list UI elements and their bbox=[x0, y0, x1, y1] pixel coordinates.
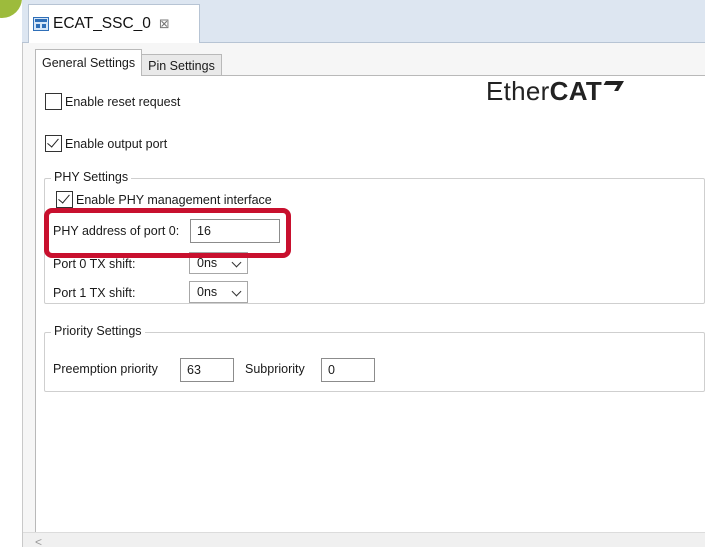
close-icon[interactable]: ⊠ bbox=[159, 16, 170, 32]
enable-reset-request-checkbox[interactable] bbox=[45, 93, 62, 110]
ethercat-logo: EtherCAT bbox=[486, 76, 624, 107]
ethercat-mark-icon bbox=[600, 81, 624, 91]
preemption-priority-input[interactable]: 63 bbox=[180, 358, 234, 382]
enable-output-port-row[interactable]: Enable output port bbox=[45, 135, 167, 152]
port0-tx-shift-label: Port 0 TX shift: bbox=[53, 257, 136, 271]
enable-phy-mgmt-label: Enable PHY management interface bbox=[76, 192, 272, 207]
editor-tab-ecat-ssc[interactable]: ECAT_SSC_0 ⊠ bbox=[28, 4, 200, 43]
enable-phy-mgmt-row[interactable]: Enable PHY management interface bbox=[56, 191, 272, 208]
tab-general-settings[interactable]: General Settings bbox=[35, 49, 143, 76]
enable-output-port-checkbox[interactable] bbox=[45, 135, 62, 152]
editor-window-icon bbox=[33, 17, 49, 31]
phy-address-highlight-annotation bbox=[44, 208, 291, 258]
chevron-down-icon bbox=[231, 257, 242, 268]
phy-settings-legend: PHY Settings bbox=[51, 170, 132, 184]
subpriority-label: Subpriority bbox=[245, 362, 305, 376]
horizontal-scrollbar[interactable]: < bbox=[23, 532, 705, 547]
port1-tx-shift-label: Port 1 TX shift: bbox=[53, 286, 136, 300]
enable-reset-request-label: Enable reset request bbox=[65, 94, 181, 109]
tab-pin-settings[interactable]: Pin Settings bbox=[141, 54, 222, 76]
port1-tx-shift-select[interactable]: 0ns bbox=[189, 281, 248, 303]
enable-output-port-label: Enable output port bbox=[65, 136, 168, 151]
priority-settings-legend: Priority Settings bbox=[51, 324, 145, 338]
decorative-corner-shape bbox=[0, 0, 22, 18]
chevron-down-icon bbox=[231, 286, 242, 297]
subpriority-input[interactable]: 0 bbox=[321, 358, 375, 382]
enable-reset-request-row[interactable]: Enable reset request bbox=[45, 93, 180, 110]
page-tab-strip: General Settings Pin Settings bbox=[35, 49, 222, 76]
scroll-left-icon[interactable]: < bbox=[35, 535, 42, 547]
editor-tab-bar: ECAT_SSC_0 ⊠ bbox=[22, 0, 705, 43]
editor-tab-title: ECAT_SSC_0 bbox=[53, 15, 151, 32]
enable-phy-mgmt-checkbox[interactable] bbox=[56, 191, 73, 208]
preemption-priority-label: Preemption priority bbox=[53, 362, 158, 376]
